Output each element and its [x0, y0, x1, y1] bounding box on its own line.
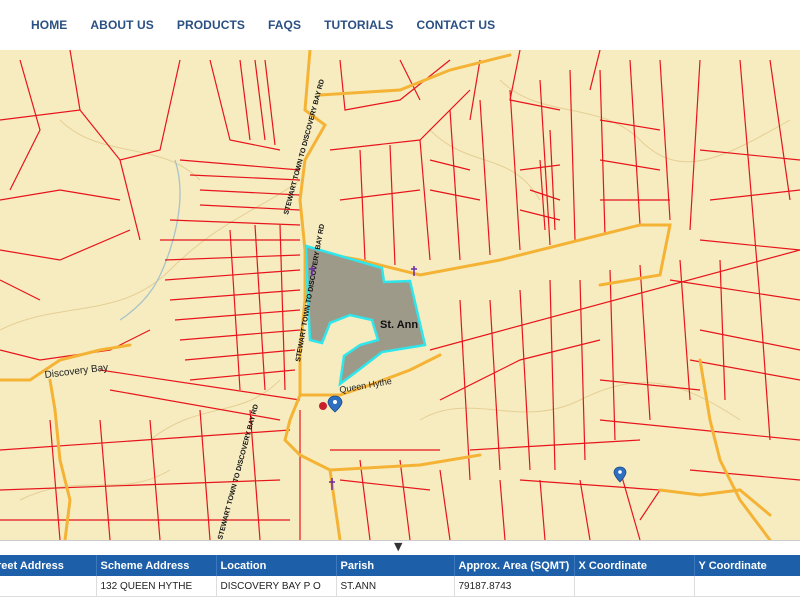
- results-panel-toggle[interactable]: ▼: [0, 540, 800, 556]
- table-header-row: Street Address Scheme Address Location P…: [0, 555, 800, 576]
- col-approx-area[interactable]: Approx. Area (SQMT): [454, 555, 575, 576]
- nav-products[interactable]: PRODUCTS: [177, 18, 245, 32]
- nav-home[interactable]: HOME: [31, 18, 67, 32]
- nav-about-us[interactable]: ABOUT US: [90, 18, 153, 32]
- col-parish[interactable]: Parish: [336, 555, 455, 576]
- cell-y-coordinate: [694, 576, 800, 597]
- col-location[interactable]: Location: [216, 555, 337, 576]
- collapse-arrow-icon[interactable]: ▼: [394, 540, 402, 553]
- st-ann-label: St. Ann: [380, 319, 418, 331]
- col-street-address[interactable]: Street Address: [0, 555, 97, 576]
- nav-menu: HOME ABOUT US PRODUCTS FAQS TUTORIALS CO…: [31, 16, 518, 34]
- nav-tutorials[interactable]: TUTORIALS: [324, 18, 393, 32]
- cell-scheme-address: 132 QUEEN HYTHE: [96, 576, 217, 597]
- col-y-coordinate[interactable]: Y Coordinate: [694, 555, 800, 576]
- poi-marker-icon: [319, 402, 327, 410]
- col-scheme-address[interactable]: Scheme Address: [96, 555, 217, 576]
- results-table: Street Address Scheme Address Location P…: [0, 555, 800, 597]
- cell-approx-area: 79187.8743: [454, 576, 575, 597]
- nav-contact-us[interactable]: CONTACT US: [416, 18, 495, 32]
- map-canvas[interactable]: St. Ann Discovery Bay Queen Hythe STEWAR…: [0, 50, 800, 540]
- cell-location: DISCOVERY BAY P O: [216, 576, 337, 597]
- col-x-coordinate[interactable]: X Coordinate: [574, 555, 695, 576]
- table-row[interactable]: 132 QUEEN HYTHE DISCOVERY BAY P O ST.ANN…: [0, 576, 800, 597]
- results-table-container: Street Address Scheme Address Location P…: [0, 555, 800, 600]
- cell-street-address: [0, 576, 97, 597]
- cell-x-coordinate: [574, 576, 695, 597]
- cell-parish: ST.ANN: [336, 576, 455, 597]
- nav-faqs[interactable]: FAQS: [268, 18, 301, 32]
- parcel-map[interactable]: St. Ann Discovery Bay Queen Hythe STEWAR…: [0, 50, 800, 540]
- top-navigation: HOME ABOUT US PRODUCTS FAQS TUTORIALS CO…: [0, 0, 800, 51]
